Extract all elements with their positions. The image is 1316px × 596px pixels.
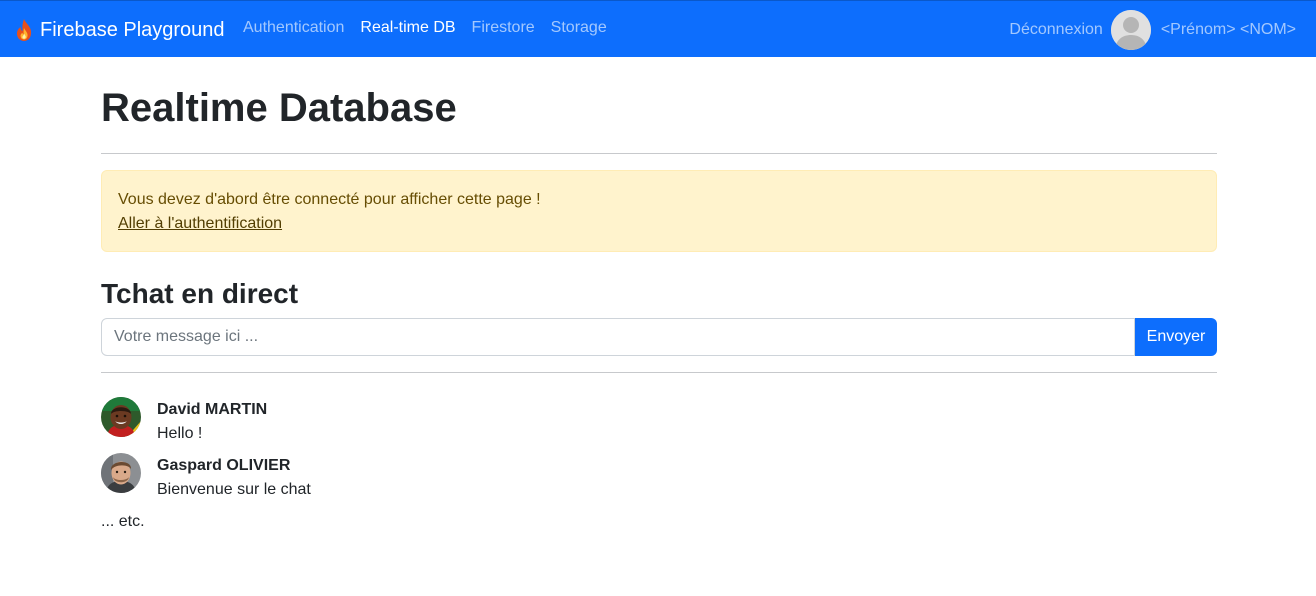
message-body: David MARTIN Hello ! bbox=[157, 397, 267, 453]
send-button[interactable]: Envoyer bbox=[1135, 318, 1217, 356]
brand-link[interactable]: Firebase Playground bbox=[14, 16, 225, 44]
message-text: Bienvenue sur le chat bbox=[157, 481, 311, 498]
more-messages-text: ... etc. bbox=[101, 513, 145, 530]
message-form: Envoyer bbox=[101, 318, 1217, 356]
logout-link[interactable]: Déconnexion bbox=[1009, 21, 1102, 39]
auth-link[interactable]: Aller à l'authentification bbox=[118, 215, 282, 232]
navbar: Firebase Playground Authentication Real-… bbox=[0, 0, 1316, 57]
user-photo-icon bbox=[101, 397, 141, 437]
divider bbox=[101, 153, 1217, 154]
chat-title: Tchat en direct bbox=[101, 278, 299, 309]
user-avatar-icon[interactable] bbox=[1110, 10, 1151, 50]
divider bbox=[101, 372, 1217, 373]
message-item: David MARTIN Hello ! bbox=[101, 397, 1217, 453]
message-body: Gaspard OLIVIER Bienvenue sur le chat bbox=[157, 453, 311, 509]
nav-link-storage[interactable]: Storage bbox=[551, 19, 607, 37]
warning-alert: Vous devez d'abord être connecté pour af… bbox=[101, 170, 1217, 252]
nav-link-firestore[interactable]: Firestore bbox=[472, 19, 535, 37]
user-photo-icon bbox=[101, 453, 141, 493]
message-author: Gaspard OLIVIER bbox=[157, 457, 291, 474]
message-item: Gaspard OLIVIER Bienvenue sur le chat bbox=[101, 453, 1217, 509]
nav-link-realtime-db[interactable]: Real-time DB bbox=[360, 19, 455, 37]
message-author: David MARTIN bbox=[157, 401, 268, 418]
nav-link-authentication[interactable]: Authentication bbox=[243, 19, 344, 37]
user-name: <Prénom> <NOM> bbox=[1160, 21, 1296, 38]
fire-icon bbox=[14, 18, 34, 42]
nav-links: Authentication Real-time DB Firestore St… bbox=[243, 19, 607, 37]
page-title: Realtime Database bbox=[101, 86, 457, 130]
user-area: Déconnexion <Prénom> <NOM> bbox=[1009, 10, 1296, 50]
alert-message: Vous devez d'abord être connecté pour af… bbox=[118, 191, 541, 208]
message-input[interactable] bbox=[101, 318, 1135, 356]
message-text: Hello ! bbox=[157, 425, 203, 442]
brand-name: Firebase Playground bbox=[40, 18, 225, 41]
message-list: David MARTIN Hello ! Gaspard OLIVIER Bie… bbox=[101, 397, 1217, 509]
